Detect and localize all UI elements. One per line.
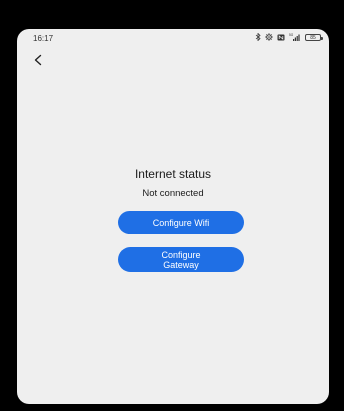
connection-status-text: Not connected [142,188,204,199]
phone-screen: 16:17 5G 85 Internet status Not connecte… [17,29,329,404]
configure-gateway-button[interactable]: Configure Gateway [118,247,244,272]
page-title: Internet status [134,167,212,181]
configure-wifi-button[interactable]: Configure Wifi [118,211,244,234]
configure-wifi-label: Configure Wifi [152,217,210,228]
configure-gateway-label: Configure Gateway [161,249,201,270]
internet-status-panel: Internet status Not connected Configure … [17,29,329,404]
